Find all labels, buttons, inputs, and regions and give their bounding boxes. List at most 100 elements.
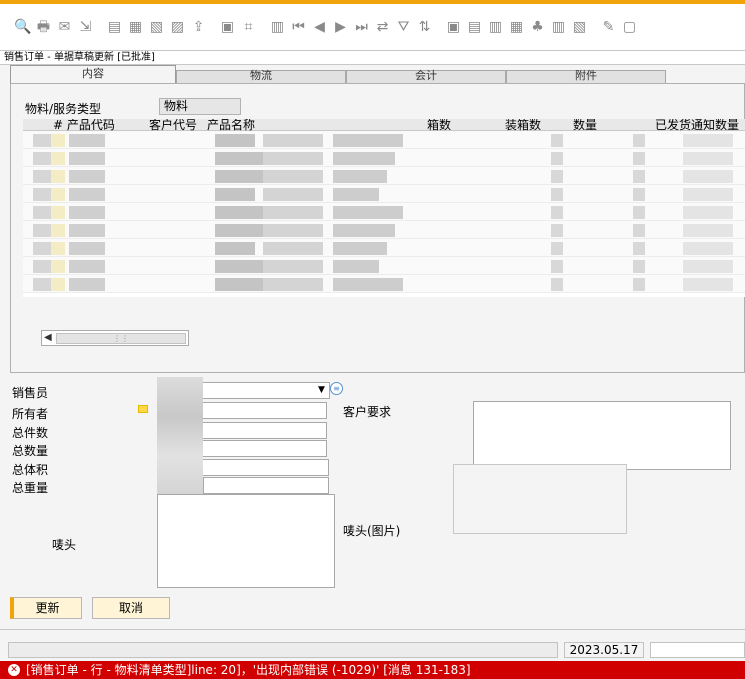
redacted-cell	[333, 188, 379, 201]
payment-icon[interactable]: ▥	[550, 19, 567, 36]
send-icon[interactable]: ⇲	[77, 19, 94, 36]
redacted-cell	[633, 260, 645, 273]
table-row[interactable]	[23, 131, 745, 149]
link-arrow-icon[interactable]	[138, 405, 148, 413]
info-icon[interactable]: ≡	[330, 382, 343, 395]
customer-requirement-field[interactable]	[473, 401, 731, 470]
scroll-left-icon[interactable]: ◀	[44, 331, 52, 345]
tab-strip: 内容 物流 会计 附件	[4, 65, 745, 83]
next-record-icon[interactable]: ▶	[332, 19, 349, 36]
redacted-cell	[633, 206, 645, 219]
add-icon[interactable]: ▥	[269, 19, 286, 36]
tab-accounting[interactable]: 会计	[346, 70, 506, 83]
redacted-cell	[683, 242, 733, 255]
status-message-area	[8, 642, 558, 658]
redacted-cell	[51, 188, 65, 201]
redacted-values	[157, 377, 203, 509]
layout-icon[interactable]: ▢	[621, 19, 638, 36]
lock-icon[interactable]: ▣	[219, 19, 236, 36]
redacted-cell	[33, 278, 51, 291]
redacted-cell	[263, 260, 323, 273]
print-icon[interactable]: 🖶	[35, 19, 52, 36]
update-button[interactable]: 更新	[10, 597, 82, 619]
error-message: [销售订单 - 行 - 物料清单类型]line: 20]，'出现内部错误 (-1…	[26, 663, 471, 677]
redacted-cell	[683, 260, 733, 273]
redacted-cell	[551, 224, 563, 237]
tab-logistics[interactable]: 物流	[176, 70, 346, 83]
find-icon[interactable]: ⌗	[240, 19, 257, 36]
refresh-icon[interactable]: ⇄	[374, 19, 391, 36]
redacted-cell	[33, 206, 51, 219]
redacted-cell	[633, 278, 645, 291]
table-row[interactable]	[23, 221, 745, 239]
scroll-thumb[interactable]: ⋮⋮	[56, 333, 186, 344]
tab-contents[interactable]: 内容	[10, 65, 176, 83]
table-row[interactable]	[23, 203, 745, 221]
first-record-icon[interactable]: ⏮	[290, 19, 307, 36]
email-icon[interactable]: ✉	[56, 19, 73, 36]
redacted-cell	[633, 134, 645, 147]
grid-horizontal-scrollbar[interactable]: ◀ ⋮⋮	[41, 330, 189, 346]
shipping-mark-field[interactable]	[157, 494, 335, 588]
base-document-icon[interactable]: ▣	[445, 19, 462, 36]
settings-icon[interactable]: ▧	[571, 19, 588, 36]
copy-from-icon[interactable]: ▦	[508, 19, 525, 36]
redacted-cell	[263, 170, 323, 183]
redacted-cell	[33, 152, 51, 165]
table-row[interactable]	[23, 149, 745, 167]
main-toolbar: 🔍 🖶 ✉ ⇲ ▤ ▦ ▧ ▨ ⇪ ▣ ⌗ ▥ ⏮ ◀ ▶ ⏭ ⇄ ⛛ ⇅ ▣ ▤ ▥ ▦ ♣ ▥ ▧ ✎ ▢	[0, 4, 745, 50]
status-date: 2023.05.17	[564, 642, 644, 658]
item-type-dropdown[interactable]: 物料	[159, 98, 241, 115]
redacted-cell	[333, 152, 395, 165]
export-excel-icon[interactable]: ▦	[127, 19, 144, 36]
total-weight-field[interactable]	[203, 477, 329, 494]
redacted-cell	[215, 206, 267, 219]
filter-icon[interactable]: ⛛	[395, 19, 412, 36]
redacted-cell	[633, 170, 645, 183]
redacted-cell	[33, 170, 51, 183]
redacted-cell	[51, 242, 65, 255]
items-grid: # 产品代码 客户代号 产品名称 箱数 装箱数 数量 已发货通知数量	[23, 119, 745, 297]
redacted-cell	[333, 260, 379, 273]
redacted-cell	[551, 278, 563, 291]
cancel-button[interactable]: 取消	[92, 597, 170, 619]
total-volume-label: 总体积	[12, 463, 49, 477]
last-record-icon[interactable]: ⏭	[353, 19, 370, 36]
shipping-mark-image[interactable]	[453, 464, 627, 534]
print-preview-icon[interactable]: 🔍	[14, 19, 31, 36]
table-row[interactable]	[23, 185, 745, 203]
redacted-cell	[551, 170, 563, 183]
redacted-cell	[51, 134, 65, 147]
redacted-cell	[551, 242, 563, 255]
error-message-bar[interactable]: ✕ [销售订单 - 行 - 物料清单类型]line: 20]，'出现内部错误 (…	[0, 661, 745, 679]
save-icon[interactable]: ▤	[106, 19, 123, 36]
status-bar: 2023.05.17	[0, 629, 745, 661]
table-row[interactable]	[23, 275, 745, 293]
redacted-cell	[263, 152, 323, 165]
table-row[interactable]	[23, 239, 745, 257]
redacted-cell	[215, 242, 255, 255]
sort-icon[interactable]: ⇅	[416, 19, 433, 36]
chevron-down-icon[interactable]: ▼	[318, 385, 325, 395]
owner-label: 所有者	[12, 407, 49, 421]
export-pdf-icon[interactable]: ▨	[169, 19, 186, 36]
total-quantity-label: 总数量	[12, 444, 49, 458]
table-row[interactable]	[23, 167, 745, 185]
edit-icon[interactable]: ✎	[600, 19, 617, 36]
table-row[interactable]	[23, 257, 745, 275]
redacted-cell	[683, 134, 733, 147]
redacted-cell	[69, 224, 105, 237]
redacted-cell	[69, 206, 105, 219]
target-document-icon[interactable]: ▤	[466, 19, 483, 36]
redacted-cell	[263, 206, 323, 219]
copy-to-icon[interactable]: ▥	[487, 19, 504, 36]
redacted-cell	[263, 134, 323, 147]
previous-record-icon[interactable]: ◀	[311, 19, 328, 36]
redacted-cell	[263, 242, 323, 255]
gross-profit-icon[interactable]: ♣	[529, 19, 546, 36]
redacted-cell	[551, 206, 563, 219]
tab-attachments[interactable]: 附件	[506, 70, 666, 83]
redacted-cell	[333, 224, 395, 237]
launch-icon[interactable]: ⇪	[190, 19, 207, 36]
export-word-icon[interactable]: ▧	[148, 19, 165, 36]
